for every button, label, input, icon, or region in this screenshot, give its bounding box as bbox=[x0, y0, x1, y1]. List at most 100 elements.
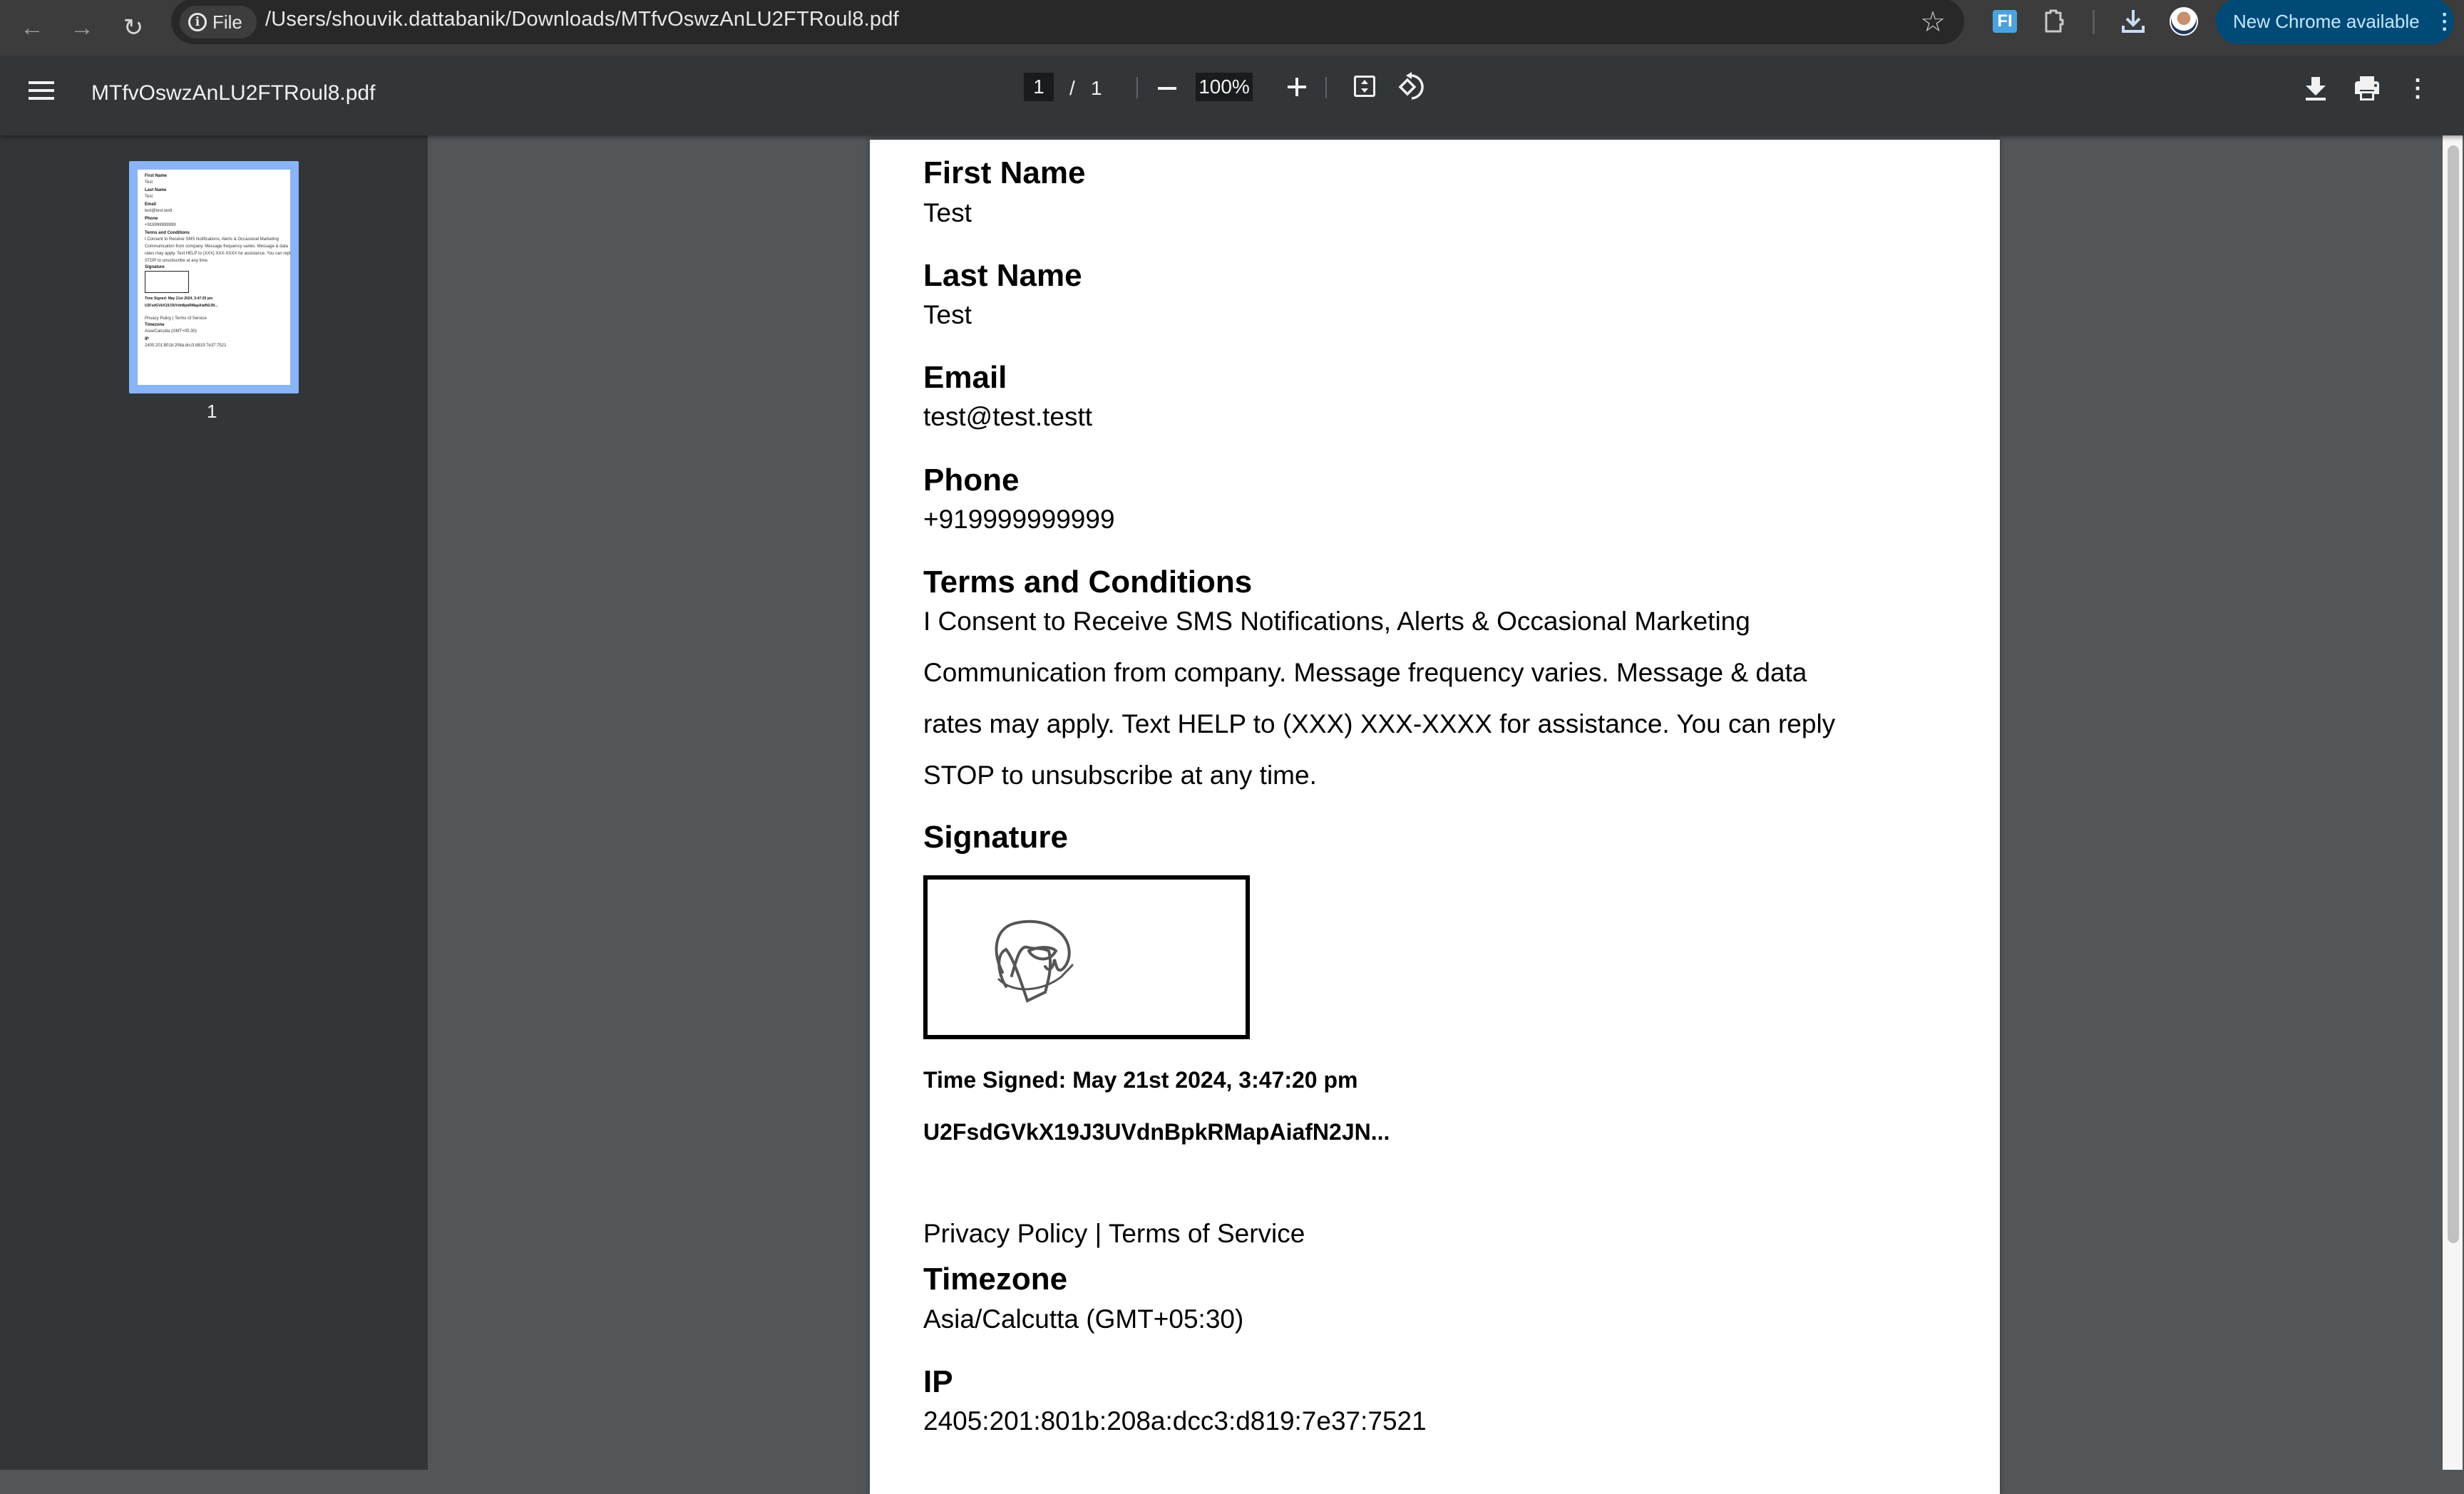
thumb-signature-box bbox=[145, 271, 189, 293]
timezone-value: Asia/Calcutta (GMT+05:30) bbox=[923, 1304, 1244, 1334]
profile-avatar[interactable] bbox=[2170, 7, 2198, 36]
vertical-scrollbar[interactable] bbox=[2443, 135, 2463, 1470]
download-button[interactable] bbox=[2301, 74, 2330, 103]
time-signed: Time Signed: May 21st 2024, 3:47:20 pm bbox=[923, 1067, 1358, 1093]
field-label-last-name: Last Name bbox=[923, 258, 1082, 293]
signature-box bbox=[923, 875, 1250, 1039]
pdf-page: First Name Test Last Name Test Email tes… bbox=[870, 140, 2000, 1494]
sidebar-menu-icon[interactable] bbox=[29, 81, 54, 103]
terms-line: Communication from company. Message freq… bbox=[923, 658, 1807, 687]
printer-icon bbox=[2355, 76, 2379, 101]
pdf-toolbar: MTfvOswzAnLU2FTRoul8.pdf 1 / 1 100% ⋮ bbox=[0, 56, 2464, 135]
extension-label: FI bbox=[1997, 11, 2013, 31]
page-thumbnail-selected[interactable]: First Name Test Last Name Test Email tes… bbox=[129, 161, 299, 393]
zoom-level-input[interactable]: 100% bbox=[1196, 73, 1253, 101]
field-label-first-name: First Name bbox=[923, 155, 1086, 190]
reload-icon: ↻ bbox=[123, 14, 144, 41]
toolbar-separator bbox=[1325, 77, 1327, 98]
timezone-label: Timezone bbox=[923, 1262, 1068, 1297]
thumb-text: Asia/Calcutta (GMT+05:30) bbox=[145, 329, 197, 334]
footer-links: Privacy Policy | Terms of Service bbox=[923, 1219, 1305, 1249]
terms-line: STOP to unsubscribe at any time. bbox=[923, 761, 1317, 790]
privacy-policy-link[interactable]: Privacy Policy bbox=[923, 1219, 1087, 1248]
update-label: New Chrome available bbox=[2233, 10, 2420, 32]
thumb-text: First Name bbox=[145, 174, 168, 178]
document-title: MTfvOswzAnLU2FTRoul8.pdf bbox=[91, 81, 376, 105]
site-info-label: File bbox=[212, 11, 242, 33]
reload-button[interactable]: ↻ bbox=[115, 10, 151, 46]
thumbnail-page-number: 1 bbox=[207, 401, 217, 422]
thumb-text: Last Name bbox=[145, 188, 167, 192]
url-text[interactable]: /Users/shouvik.dattabanik/Downloads/MTfv… bbox=[265, 8, 899, 31]
fi-extension-icon[interactable]: FI bbox=[1993, 10, 2017, 33]
rotate-counterclockwise-icon bbox=[1398, 72, 1424, 100]
link-separator: | bbox=[1094, 1219, 1102, 1248]
thumb-text: Signature bbox=[145, 265, 165, 269]
thumb-text: STOP to unsubscribe at any time. bbox=[145, 259, 209, 263]
downloads-icon[interactable] bbox=[2119, 7, 2147, 36]
chrome-menu-icon[interactable]: ⋮ bbox=[2434, 9, 2455, 34]
more-actions-icon[interactable]: ⋮ bbox=[2406, 73, 2430, 104]
bookmark-star-icon[interactable]: ☆ bbox=[1916, 6, 1949, 38]
terms-body: I Consent to Receive SMS Notifications, … bbox=[923, 596, 1921, 801]
field-value-first-name: Test bbox=[923, 198, 972, 227]
thumb-text: +919999999999 bbox=[145, 223, 176, 227]
thumb-text: Test bbox=[145, 180, 153, 185]
thumb-text: Privacy Policy | Terms of Service bbox=[145, 316, 207, 321]
page-number-input[interactable]: 1 bbox=[1024, 73, 1054, 101]
thumb-text: U2FsdGVkX19J3UVdnBpkRMapAiafN2JN... bbox=[145, 304, 218, 308]
thumbnail-sidebar: First Name Test Last Name Test Email tes… bbox=[0, 135, 428, 1470]
terms-line: rates may apply. Text HELP to (XXX) XXX-… bbox=[923, 709, 1836, 738]
thumb-text: rates may apply. Text HELP to (XXX) XXX-… bbox=[145, 252, 290, 256]
ip-label: IP bbox=[923, 1364, 953, 1399]
thumb-text: I Consent to Receive SMS Notifications, … bbox=[145, 237, 279, 242]
arrow-left-icon: ← bbox=[20, 14, 44, 41]
rotate-button[interactable] bbox=[1396, 71, 1424, 103]
back-button[interactable]: ← bbox=[14, 10, 50, 46]
fit-to-page-icon bbox=[1361, 80, 1368, 93]
zoom-in-button[interactable] bbox=[1281, 71, 1313, 103]
thumb-text: Timezone bbox=[145, 323, 165, 327]
thumb-text: 2405:201:801b:208a:dcc3:d819:7e37:7521 bbox=[145, 344, 227, 348]
info-icon: i bbox=[188, 13, 207, 31]
thumb-text: Phone bbox=[145, 217, 158, 221]
pdf-viewer: First Name Test Last Name Test Email tes… bbox=[428, 135, 2464, 1494]
new-chrome-available-button[interactable]: New Chrome available ⋮ bbox=[2216, 0, 2455, 44]
browser-toolbar: ← → ↻ i File /Users/shouvik.dattabanik/D… bbox=[0, 0, 2464, 56]
minus-icon bbox=[1158, 87, 1176, 90]
thumb-text: Communication from company. Message freq… bbox=[145, 244, 288, 249]
terms-heading: Terms and Conditions bbox=[923, 565, 1253, 599]
thumb-text: IP bbox=[145, 337, 149, 341]
page-separator: / bbox=[1069, 77, 1075, 99]
signature-hash: U2FsdGVkX19J3UVdnBpkRMapAiafN2JN... bbox=[923, 1119, 1390, 1145]
ip-value: 2405:201:801b:208a:dcc3:d819:7e37:7521 bbox=[923, 1406, 1427, 1436]
thumb-text: Email bbox=[145, 202, 157, 207]
toolbar-divider bbox=[2093, 10, 2095, 34]
thumb-text: Time Signed: May 21st 2024, 3:47:20 pm bbox=[145, 297, 213, 301]
scrollbar-thumb[interactable] bbox=[2448, 145, 2459, 1243]
arrow-right-icon: → bbox=[70, 14, 94, 41]
field-label-email: Email bbox=[923, 360, 1007, 395]
download-icon bbox=[2306, 77, 2326, 101]
plus-icon bbox=[1288, 78, 1306, 96]
terms-of-service-link[interactable]: Terms of Service bbox=[1109, 1219, 1305, 1248]
terms-line: I Consent to Receive SMS Notifications, … bbox=[923, 607, 1750, 636]
signature-scribble bbox=[995, 919, 1074, 1003]
thumb-text: Test bbox=[145, 195, 153, 199]
page-total: 1 bbox=[1091, 77, 1102, 99]
field-value-phone: +919999999999 bbox=[923, 505, 1115, 534]
thumb-text: Terms and Conditions bbox=[145, 231, 190, 235]
thumb-text: test@test.testt bbox=[145, 209, 173, 213]
toolbar-separator bbox=[1136, 77, 1138, 98]
forward-button[interactable]: → bbox=[64, 10, 100, 46]
field-value-last-name: Test bbox=[923, 300, 972, 329]
zoom-out-button[interactable] bbox=[1153, 74, 1181, 103]
extensions-puzzle-icon[interactable] bbox=[2040, 9, 2066, 34]
field-label-phone: Phone bbox=[923, 463, 1020, 498]
signature-heading: Signature bbox=[923, 820, 1068, 855]
print-button[interactable] bbox=[2353, 74, 2381, 103]
thumbnail-page-preview: First Name Test Last Name Test Email tes… bbox=[138, 170, 290, 385]
fit-to-page-button[interactable] bbox=[1354, 76, 1375, 97]
field-value-email: test@test.testt bbox=[923, 402, 1093, 431]
site-info-chip[interactable]: i File bbox=[180, 6, 257, 38]
